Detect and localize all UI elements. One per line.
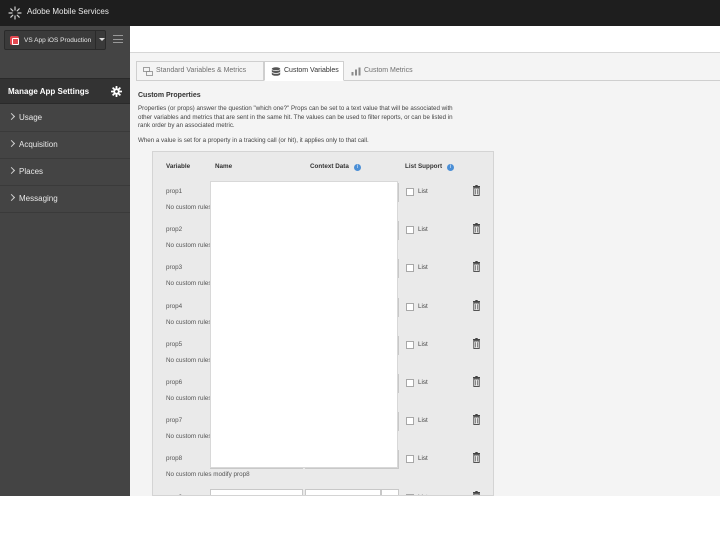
variable-name: prop9: [166, 494, 182, 495]
column-header-name: Name: [215, 163, 233, 170]
list-label: List: [418, 340, 428, 348]
section-note: When a value is set for a property in a …: [138, 137, 369, 144]
column-header-context-data: Context Data: [310, 163, 349, 170]
sidebar-item-places[interactable]: Places: [0, 159, 130, 186]
sidebar-item-label: Messaging: [19, 194, 58, 203]
list-checkbox[interactable]: [406, 379, 414, 387]
sidebar-item-acquisition[interactable]: Acquisition: [0, 132, 130, 159]
rules-note: No custom rules modify prop8: [166, 471, 250, 479]
hamburger-menu-icon[interactable]: [113, 35, 123, 43]
gear-icon[interactable]: [111, 86, 122, 97]
trash-icon[interactable]: [473, 299, 480, 311]
list-label: List: [418, 226, 428, 234]
chevron-down-icon: [99, 38, 105, 41]
info-icon[interactable]: i: [447, 164, 454, 171]
trash-icon[interactable]: [473, 452, 480, 464]
list-checkbox[interactable]: [406, 188, 414, 196]
list-checkbox[interactable]: [406, 417, 414, 426]
screen: Adobe Mobile Services VS App iOS Product…: [0, 0, 720, 533]
sidebar: VS App iOS Production Manage App Setting…: [0, 26, 130, 496]
trash-icon[interactable]: [473, 185, 480, 196]
variable-name: prop1: [166, 188, 183, 195]
top-bar: Adobe Mobile Services: [0, 0, 720, 26]
tab-custom-metrics[interactable]: Custom Metrics: [344, 61, 416, 81]
trash-icon[interactable]: [473, 376, 480, 387]
variable-name: prop7: [166, 417, 183, 425]
context-data-picker-button[interactable]: [381, 488, 399, 495]
sub-header: [130, 26, 720, 53]
list-label: List: [418, 379, 428, 386]
app-icon: [10, 36, 19, 45]
sidebar-item-label: Acquisition: [19, 140, 58, 149]
trash-icon[interactable]: [473, 414, 480, 426]
metrics-icon: [351, 67, 361, 76]
app-selector[interactable]: VS App iOS Production: [4, 30, 106, 50]
sidebar-item-label: Usage: [19, 113, 43, 122]
list-label: List: [418, 188, 428, 195]
variable-name: prop5: [166, 340, 183, 348]
column-header-variable: Variable: [166, 163, 191, 170]
list-label: List: [418, 417, 428, 425]
sidebar-item-label: Places: [19, 167, 44, 176]
list-checkbox[interactable]: [406, 455, 414, 464]
app-title: Adobe Mobile Services: [27, 7, 109, 16]
variable-name: prop3: [166, 264, 183, 272]
list-checkbox[interactable]: [406, 226, 414, 235]
tab-standard-variables[interactable]: Standard Variables & Metrics: [136, 61, 264, 81]
tab-label: Custom Metrics: [364, 67, 413, 74]
tab-custom-variables[interactable]: Custom Variables: [264, 61, 344, 81]
trash-icon[interactable]: [473, 223, 480, 235]
tab-label: Standard Variables & Metrics: [156, 67, 247, 74]
manage-app-settings[interactable]: Manage App Settings: [0, 78, 130, 104]
list-label: List: [418, 455, 428, 463]
blank-overlay-panel: [210, 181, 398, 468]
list-label: List: [418, 302, 428, 310]
list-label: List: [418, 264, 428, 272]
context-data-input[interactable]: [305, 488, 381, 495]
variable-name: prop4: [166, 302, 183, 310]
manage-app-settings-label: Manage App Settings: [8, 87, 90, 96]
list-label: List: [418, 494, 428, 495]
variable-name: prop8: [166, 455, 183, 463]
column-header-list-support: List Support: [405, 163, 443, 170]
list-checkbox[interactable]: [406, 264, 414, 273]
variable-name: prop2: [166, 226, 183, 234]
sidebar-item-usage[interactable]: Usage: [0, 105, 130, 132]
sidebar-item-messaging[interactable]: Messaging: [0, 186, 130, 213]
section-description: Properties (or props) answer the questio…: [138, 105, 453, 129]
app-selector-toggle[interactable]: [95, 31, 107, 49]
info-icon[interactable]: i: [354, 164, 361, 171]
list-checkbox[interactable]: [406, 493, 414, 495]
trash-icon[interactable]: [473, 490, 480, 496]
tab-label: Custom Variables: [284, 67, 339, 74]
app-selector-label: VS App iOS Production: [24, 37, 92, 44]
variable-name: prop6: [166, 379, 183, 386]
list-checkbox[interactable]: [406, 302, 414, 311]
trash-icon[interactable]: [473, 337, 480, 349]
section-title: Custom Properties: [138, 92, 201, 99]
chevron-right-icon: [7, 193, 16, 202]
variables-icon: [143, 67, 153, 76]
chevron-right-icon: [7, 166, 16, 175]
chevron-right-icon: [7, 139, 16, 148]
table-row: prop9 List: [153, 486, 493, 496]
chevron-right-icon: [7, 112, 16, 121]
trash-icon[interactable]: [473, 261, 480, 273]
name-input[interactable]: [210, 488, 303, 495]
database-icon: [271, 67, 281, 76]
adobe-mobile-logo-icon: [8, 6, 22, 20]
list-checkbox[interactable]: [406, 340, 414, 349]
